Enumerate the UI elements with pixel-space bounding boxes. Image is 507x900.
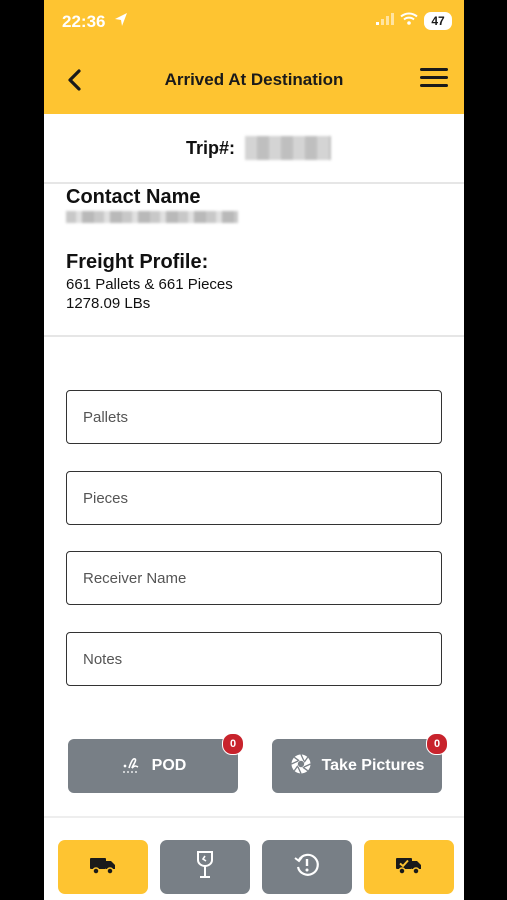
- tab-freight[interactable]: [160, 840, 250, 894]
- page-title: Arrived At Destination: [164, 70, 344, 89]
- battery-indicator: 47: [424, 12, 452, 30]
- camera-shutter-icon: [290, 753, 312, 780]
- status-time: 22:36: [62, 12, 106, 31]
- pod-button[interactable]: POD 0: [68, 733, 244, 793]
- truck-check-icon: [395, 855, 423, 880]
- receiver-name-field[interactable]: [66, 551, 442, 605]
- take-pictures-button[interactable]: Take Pictures 0: [272, 733, 448, 793]
- notes-field[interactable]: [66, 632, 442, 686]
- pallets-field[interactable]: [66, 390, 442, 444]
- receiver-name-input[interactable]: [67, 552, 441, 604]
- status-indicators: 47: [376, 12, 452, 30]
- menu-bar: [420, 76, 448, 79]
- take-pictures-label: Take Pictures: [321, 757, 425, 774]
- tab-trip[interactable]: [58, 840, 148, 894]
- freight-profile-heading: Freight Profile:: [66, 251, 209, 273]
- trip-number-redacted: [245, 136, 331, 160]
- pieces-field[interactable]: [66, 471, 442, 525]
- divider: [44, 335, 464, 337]
- pallets-input[interactable]: [67, 391, 441, 443]
- location-arrow-icon: [114, 12, 128, 33]
- footer-divider: [44, 816, 464, 818]
- freight-weight: 1278.09 LBs: [66, 295, 151, 312]
- notes-input[interactable]: [67, 633, 441, 685]
- tab-delivered[interactable]: [364, 840, 454, 894]
- tab-history[interactable]: [262, 840, 352, 894]
- trip-label: Trip#:: [186, 138, 236, 158]
- history-icon: [294, 852, 320, 883]
- contact-name-heading: Contact Name: [66, 186, 201, 208]
- app-screen: 22:36 47 Arrived At Destination Trip#: C…: [44, 0, 464, 900]
- pictures-count-badge: 0: [426, 733, 448, 755]
- signal-icon: [376, 12, 394, 30]
- pod-count-badge: 0: [222, 733, 244, 755]
- menu-button[interactable]: [420, 68, 448, 90]
- truck-icon: [89, 855, 117, 880]
- pieces-input[interactable]: [67, 472, 441, 524]
- freight-pallets-pieces: 661 Pallets & 661 Pieces: [66, 276, 233, 293]
- wifi-icon: [400, 12, 418, 30]
- menu-bar: [420, 68, 448, 71]
- trip-row: Trip#:: [44, 114, 464, 184]
- fragile-package-icon: [194, 850, 216, 885]
- header-bar: 22:36 47 Arrived At Destination: [44, 0, 464, 114]
- menu-bar: [420, 84, 448, 87]
- signature-icon: [120, 753, 142, 780]
- pod-label: POD: [151, 757, 187, 774]
- contact-name-redacted: [66, 211, 238, 223]
